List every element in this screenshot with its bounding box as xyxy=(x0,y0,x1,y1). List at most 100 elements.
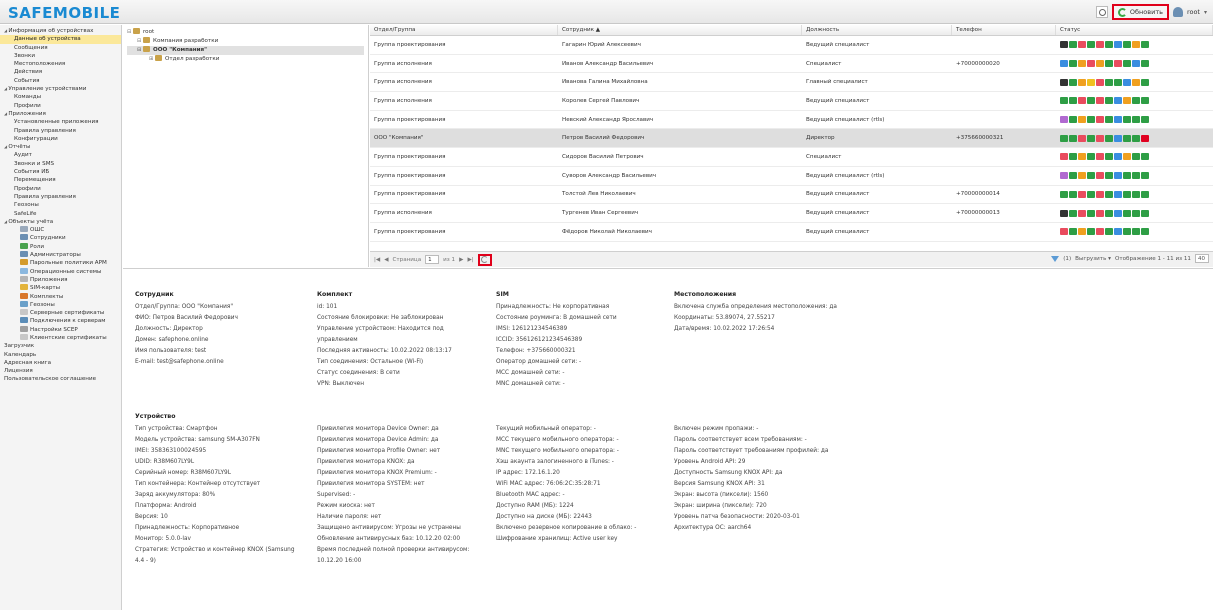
tree-node[interactable]: ⊟ root xyxy=(127,28,364,37)
status-icon[interactable] xyxy=(1123,78,1131,86)
table-row[interactable]: Группа проектирования Сидоров Василий Пет… xyxy=(370,148,1213,167)
status-icon[interactable] xyxy=(1060,78,1068,86)
sidebar-item[interactable]: Профили xyxy=(0,185,121,193)
status-icon[interactable] xyxy=(1141,41,1149,49)
sidebar-item[interactable]: Правила управления xyxy=(0,127,121,135)
status-icon[interactable] xyxy=(1087,60,1095,68)
status-icon[interactable] xyxy=(1141,78,1149,86)
search-icon[interactable] xyxy=(1095,6,1108,18)
status-icon[interactable] xyxy=(1078,209,1086,217)
status-icon[interactable] xyxy=(1069,116,1077,124)
sidebar-item[interactable]: Профили xyxy=(0,102,121,110)
status-icon[interactable] xyxy=(1087,190,1095,198)
status-icon[interactable] xyxy=(1087,134,1095,142)
table-row[interactable]: Группа проектирования Толстой Лев Николае… xyxy=(370,186,1213,205)
status-icon[interactable] xyxy=(1060,41,1068,49)
status-icon[interactable] xyxy=(1123,97,1131,105)
status-icon[interactable] xyxy=(1132,153,1140,161)
status-icon[interactable] xyxy=(1087,153,1095,161)
status-icon[interactable] xyxy=(1096,153,1104,161)
status-icon[interactable] xyxy=(1141,116,1149,124)
status-icon[interactable] xyxy=(1060,190,1068,198)
grid-refresh-button[interactable] xyxy=(477,253,492,266)
sidebar-item[interactable]: Календарь xyxy=(0,351,121,359)
status-icon[interactable] xyxy=(1087,172,1095,180)
table-row[interactable]: Группа проектирования Фёдоров Николай Ник… xyxy=(370,223,1213,242)
status-icon[interactable] xyxy=(1060,116,1068,124)
status-icon[interactable] xyxy=(1123,41,1131,49)
status-icon[interactable] xyxy=(1123,153,1131,161)
status-icon[interactable] xyxy=(1114,134,1122,142)
sidebar-item[interactable]: SIM-карты xyxy=(0,284,121,292)
prev-page-icon[interactable]: ◀ xyxy=(384,257,388,263)
sidebar-item[interactable]: Конфигурации xyxy=(0,135,121,143)
status-icon[interactable] xyxy=(1132,134,1140,142)
status-icon[interactable] xyxy=(1060,60,1068,68)
sidebar-item[interactable]: ОШС xyxy=(0,226,121,234)
status-icon[interactable] xyxy=(1123,172,1131,180)
sidebar-item[interactable]: Загрузчик xyxy=(0,342,121,350)
status-icon[interactable] xyxy=(1123,209,1131,217)
sidebar-item[interactable]: Команды xyxy=(0,93,121,101)
filter-icon[interactable] xyxy=(1051,255,1060,262)
table-row[interactable]: Группа проектирования Суворов Александр В… xyxy=(370,167,1213,186)
sidebar-item[interactable]: Правила управления xyxy=(0,193,121,201)
status-icon[interactable] xyxy=(1069,172,1077,180)
sidebar-item[interactable]: Адресная книга xyxy=(0,359,121,367)
table-row[interactable]: Группа исполнения Королев Сергей Павлович… xyxy=(370,92,1213,111)
sidebar-item[interactable]: Пользовательское соглашение xyxy=(0,375,121,383)
status-icon[interactable] xyxy=(1132,209,1140,217)
status-icon[interactable] xyxy=(1060,172,1068,180)
status-icon[interactable] xyxy=(1105,60,1113,68)
status-icon[interactable] xyxy=(1087,209,1095,217)
first-page-icon[interactable]: |◀ xyxy=(374,257,380,263)
status-icon[interactable] xyxy=(1096,78,1104,86)
status-icon[interactable] xyxy=(1114,153,1122,161)
status-icon[interactable] xyxy=(1069,97,1077,105)
status-icon[interactable] xyxy=(1069,134,1077,142)
last-page-icon[interactable]: ▶| xyxy=(467,257,473,263)
per-page-select[interactable]: 40 xyxy=(1195,254,1209,263)
status-icon[interactable] xyxy=(1141,228,1149,236)
sidebar-item[interactable]: Операционные системы xyxy=(0,267,121,276)
sidebar-item[interactable]: Геозоны xyxy=(0,201,121,209)
sidebar-item[interactable]: Администраторы xyxy=(0,251,121,259)
status-icon[interactable] xyxy=(1060,228,1068,236)
sidebar-item[interactable]: Серверные сертификаты xyxy=(0,309,121,317)
status-icon[interactable] xyxy=(1123,228,1131,236)
status-icon[interactable] xyxy=(1096,228,1104,236)
sidebar-item[interactable]: События xyxy=(0,77,121,85)
status-icon[interactable] xyxy=(1114,60,1122,68)
status-icon[interactable] xyxy=(1141,172,1149,180)
status-icon[interactable] xyxy=(1060,153,1068,161)
status-icon[interactable] xyxy=(1132,60,1140,68)
status-icon[interactable] xyxy=(1087,116,1095,124)
sidebar-item[interactable]: Приложения xyxy=(0,110,121,118)
status-icon[interactable] xyxy=(1105,134,1113,142)
tree-node[interactable]: ⊟ ООО "Компания" xyxy=(127,46,364,55)
status-icon[interactable] xyxy=(1096,116,1104,124)
sidebar-item[interactable]: Сотрудники xyxy=(0,234,121,242)
status-icon[interactable] xyxy=(1096,97,1104,105)
chevron-down-icon[interactable]: ▾ xyxy=(1204,9,1207,16)
status-icon[interactable] xyxy=(1078,78,1086,86)
status-icon[interactable] xyxy=(1078,228,1086,236)
status-icon[interactable] xyxy=(1078,172,1086,180)
status-icon[interactable] xyxy=(1069,190,1077,198)
user-menu[interactable]: root xyxy=(1187,8,1200,16)
status-icon[interactable] xyxy=(1132,190,1140,198)
status-icon[interactable] xyxy=(1078,60,1086,68)
status-icon[interactable] xyxy=(1078,41,1086,49)
status-icon[interactable] xyxy=(1105,190,1113,198)
status-icon[interactable] xyxy=(1132,116,1140,124)
status-icon[interactable] xyxy=(1096,209,1104,217)
sidebar-item[interactable]: Сообщения xyxy=(0,44,121,52)
status-icon[interactable] xyxy=(1132,41,1140,49)
sidebar-item[interactable]: Объекты учёта xyxy=(0,218,121,226)
status-icon[interactable] xyxy=(1087,228,1095,236)
status-icon[interactable] xyxy=(1078,116,1086,124)
status-icon[interactable] xyxy=(1114,190,1122,198)
status-icon[interactable] xyxy=(1069,60,1077,68)
table-row[interactable]: Группа исполнения Тургенев Иван Сергеевич… xyxy=(370,204,1213,223)
table-row[interactable]: Группа исполнения Иванова Галина Михайлов… xyxy=(370,73,1213,93)
